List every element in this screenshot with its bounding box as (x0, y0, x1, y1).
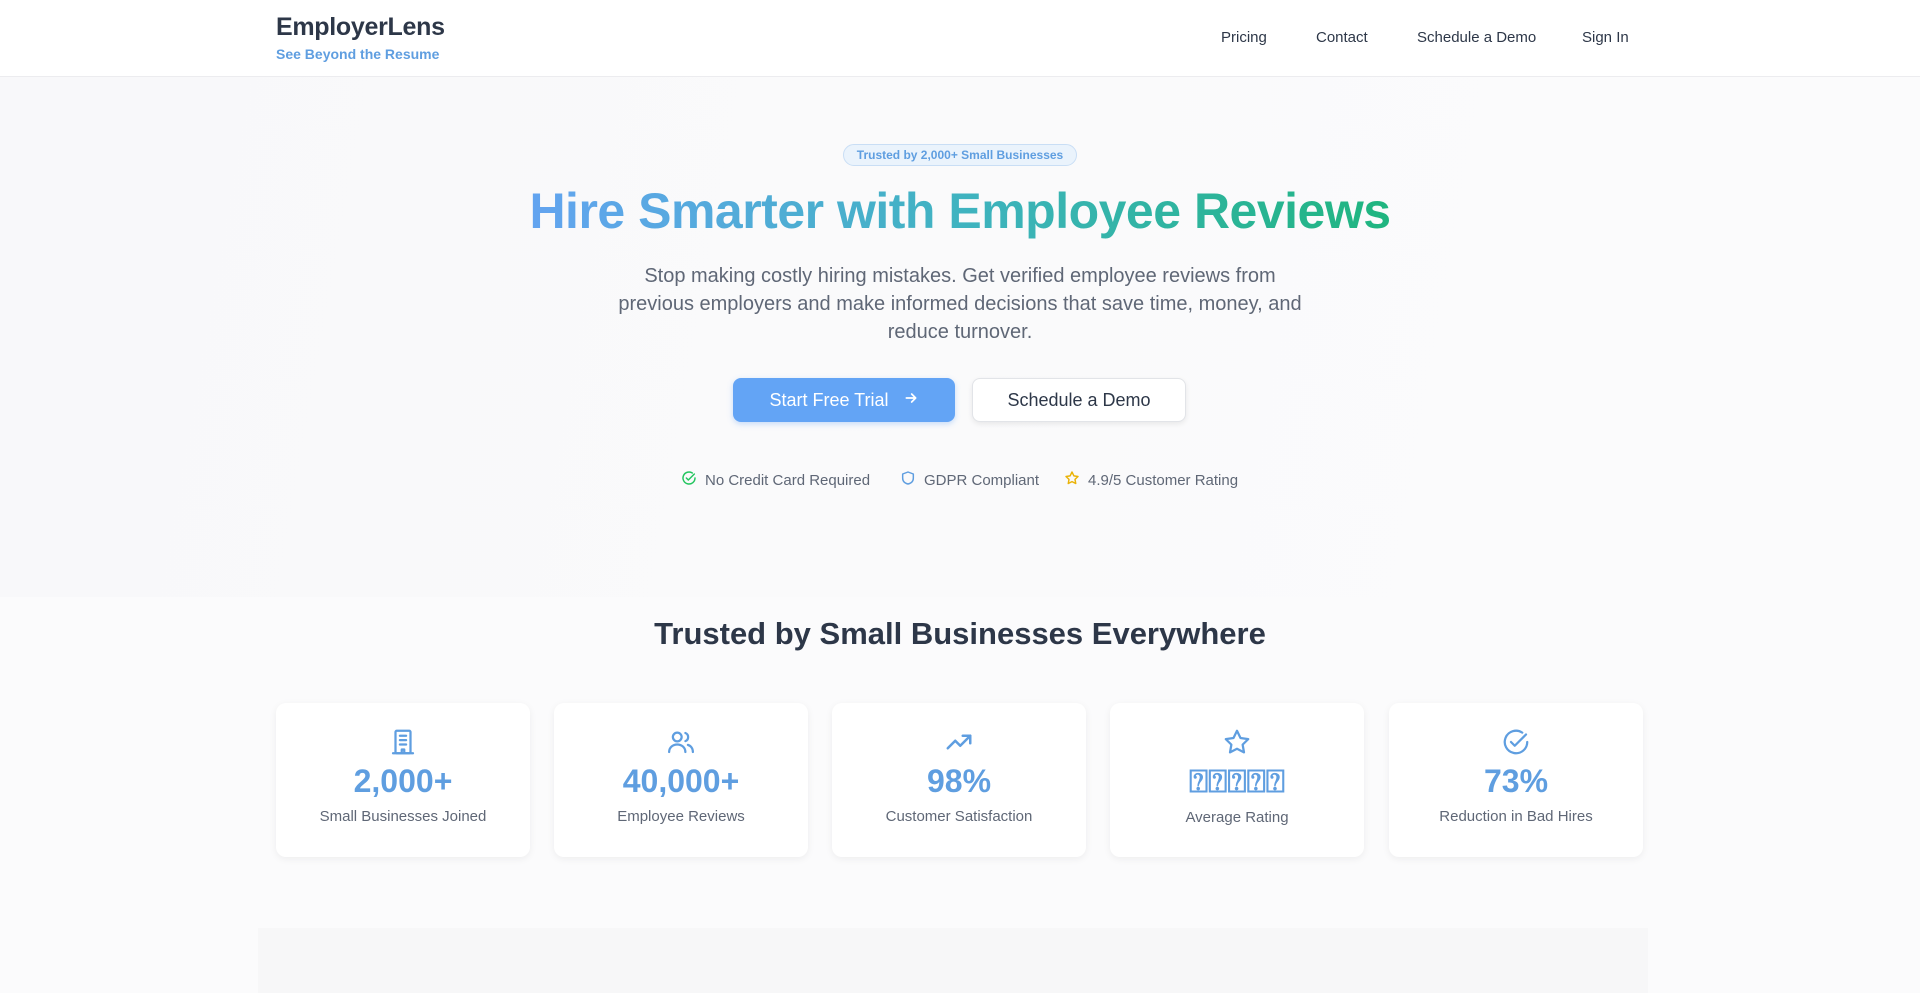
users-icon (666, 727, 696, 757)
feature-gdpr: GDPR Compliant (900, 470, 1039, 490)
hero-subtitle: Stop making costly hiring mistakes. Get … (618, 265, 1302, 343)
feature-no-credit-card: No Credit Card Required (681, 470, 870, 490)
star-icon (1064, 470, 1080, 490)
schedule-demo-button[interactable]: Schedule a Demo (972, 378, 1186, 422)
start-free-trial-label: Start Free Trial (769, 389, 889, 410)
stat-card-satisfaction: 98% Customer Satisfaction (832, 703, 1086, 857)
stat-card-reviews: 40,000+ Employee Reviews (554, 703, 808, 857)
trust-badge: Trusted by 2,000+ Small Businesses (843, 144, 1077, 166)
nav-link-pricing[interactable]: Pricing (1221, 29, 1267, 46)
brand-name: EmployerLens (276, 13, 445, 41)
stat-card-bad-hires: 73% Reduction in Bad Hires (1389, 703, 1643, 857)
check-circle-icon (681, 470, 697, 490)
star-icon (1222, 727, 1252, 757)
brand-tagline: See Beyond the Resume (276, 46, 440, 62)
stats-section-title: Trusted by Small Businesses Everywhere (654, 616, 1266, 651)
brand-logo[interactable]: EmployerLens See Beyond the Resume (276, 13, 445, 62)
trending-up-icon (944, 727, 974, 757)
start-free-trial-button[interactable]: Start Free Trial (733, 378, 955, 422)
nav-link-sign-in[interactable]: Sign In (1582, 29, 1629, 46)
site-header: EmployerLens See Beyond the Resume Prici… (0, 0, 1920, 77)
next-section-background (258, 928, 1648, 993)
feature-rating: 4.9/5 Customer Rating (1064, 470, 1238, 490)
building-icon (388, 727, 418, 757)
stat-card-rating: ⍰⍰⍰⍰⍰ Average Rating (1110, 703, 1364, 857)
check-circle-icon (1501, 727, 1531, 757)
shield-icon (900, 470, 916, 490)
hero-features: No Credit Card Required GDPR Compliant 4… (0, 470, 1920, 490)
stat-card-businesses: 2,000+ Small Businesses Joined (276, 703, 530, 857)
nav-link-schedule-demo[interactable]: Schedule a Demo (1417, 29, 1536, 46)
hero-title: Hire Smarter with Employee Reviews (529, 183, 1391, 239)
nav-link-contact[interactable]: Contact (1316, 29, 1368, 46)
arrow-right-icon (903, 390, 919, 411)
